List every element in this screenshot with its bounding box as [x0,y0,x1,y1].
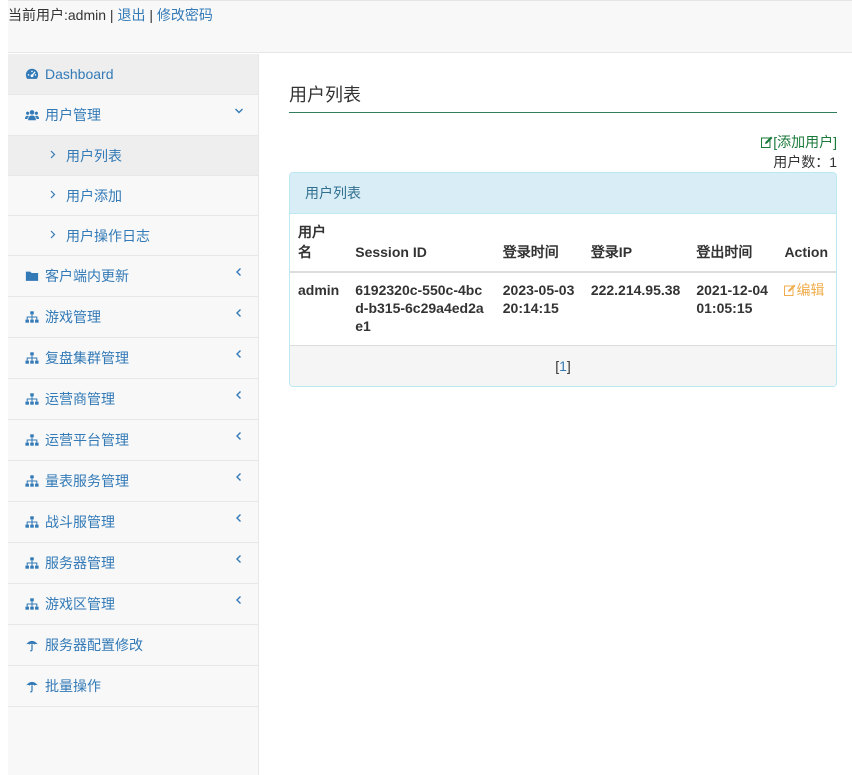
dashboard-icon [24,66,40,82]
sidebar-subitem-label: 用户列表 [66,147,122,164]
sidebar-item-label: 运营平台管理 [45,432,129,448]
sidebar-item-2[interactable]: 客户端内更新 [8,256,258,297]
sidebar-item-4[interactable]: 复盘集群管理 [8,338,258,379]
sidebar-item-8[interactable]: 战斗服管理 [8,502,258,543]
sitemap-icon [24,391,40,407]
logout-link[interactable]: 退出 [117,7,145,23]
user-info-line: 当前用户:admin | 退出 | 修改密码 [8,5,213,25]
column-header-logout-time: 登出时间 [688,214,777,273]
sidebar-item-5[interactable]: 运营商管理 [8,379,258,420]
top-bar: 当前用户:admin | 退出 | 修改密码 [8,1,852,53]
add-user-row: [添加用户] [289,134,837,150]
edit-label: 编辑 [796,282,825,298]
umbrella-icon [24,637,40,653]
separator: | [145,7,157,23]
current-user-label: 当前用户:admin [8,7,107,23]
sitemap-icon [24,309,40,325]
user-list-panel: 用户列表 用户名 Session ID 登录时间 登录IP 登出时间 Actio… [289,172,837,387]
column-header-action: Action [776,214,836,273]
sidebar-item-0[interactable]: Dashboard [8,54,258,95]
sitemap-icon [24,514,40,530]
users-icon [24,107,40,123]
pagination-close-bracket: ] [566,358,571,374]
sidebar-item-label: 量表服务管理 [45,473,129,489]
main-content: 用户列表 [添加用户] 用户数：1 用户列表 用户名 Session ID 登录… [289,54,837,387]
chevron-left-icon [234,594,244,608]
cell-session-id: 6192320c-550c-4bcd-b315-6c29a4ed2ae1 [355,282,484,334]
sitemap-icon [24,350,40,366]
sidebar-item-11[interactable]: 服务器配置修改 [8,625,258,666]
chevron-right-icon [50,230,56,242]
cell-action: 编辑 [776,272,836,345]
chevron-left-icon [234,266,244,280]
sidebar-item-label: 复盘集群管理 [45,350,129,366]
umbrella-icon [24,678,40,694]
chevron-left-icon [234,307,244,321]
change-password-link[interactable]: 修改密码 [157,7,213,23]
app-frame: 当前用户:admin | 退出 | 修改密码 Dashboard 用户管理 用户列表… [8,0,852,775]
sidebar-item-label: 客户端内更新 [45,268,129,284]
sidebar-item-label: 游戏区管理 [45,596,115,612]
sidebar-subitem-0[interactable]: 用户列表 [8,136,258,176]
chevron-down-icon [234,105,244,119]
chevron-right-icon [50,150,56,162]
sitemap-icon [24,432,40,448]
sidebar-item-12[interactable]: 批量操作 [8,666,258,707]
sidebar-subitem-2[interactable]: 用户操作日志 [8,216,258,256]
edit-icon [784,284,796,296]
user-table: 用户名 Session ID 登录时间 登录IP 登出时间 Action adm… [290,214,836,345]
column-header-login-ip: 登录IP [582,214,689,273]
sidebar: Dashboard 用户管理用户列表用户添加用户操作日志客户端内更新 游戏管理复盘集… [8,54,259,775]
sidebar-item-label: 服务器管理 [45,555,115,571]
cell-logout-time: 2021-12-04 01:05:15 [696,282,768,316]
edit-icon [761,136,773,148]
table-row: admin 6192320c-550c-4bcd-b315-6c29a4ed2a… [290,272,836,345]
sidebar-item-3[interactable]: 游戏管理 [8,297,258,338]
chevron-left-icon [234,512,244,526]
column-header-login-time: 登录时间 [494,214,583,273]
column-header-username: 用户名 [290,214,348,273]
sidebar-item-6[interactable]: 运营平台管理 [8,420,258,461]
sidebar-item-10[interactable]: 游戏区管理 [8,584,258,625]
sidebar-item-9[interactable]: 服务器管理 [8,543,258,584]
user-count: 用户数：1 [773,154,837,170]
sitemap-icon [24,555,40,571]
pagination: [1] [290,345,836,386]
edit-user-link[interactable]: 编辑 [784,282,824,298]
column-header-session-id: Session ID [347,214,495,273]
page-title: 用户列表 [289,84,837,113]
cell-login-time: 2023-05-03 20:14:15 [502,282,575,316]
sidebar-item-label: 服务器配置修改 [45,637,143,653]
chevron-left-icon [234,389,244,403]
folder-icon [24,268,40,284]
sidebar-item-label: 批量操作 [45,678,101,694]
chevron-left-icon [234,471,244,485]
add-user-link[interactable]: [添加用户] [761,134,837,150]
chevron-left-icon [234,430,244,444]
chevron-left-icon [234,348,244,362]
separator: | [106,7,118,23]
chevron-right-icon [50,190,56,202]
chevron-left-icon [234,553,244,567]
sitemap-icon [24,473,40,489]
sitemap-icon [24,596,40,612]
table-header-row: 用户名 Session ID 登录时间 登录IP 登出时间 Action [290,214,836,273]
sidebar-subitem-label: 用户操作日志 [66,227,150,244]
sidebar-item-7[interactable]: 量表服务管理 [8,461,258,502]
sidebar-subitem-label: 用户添加 [66,187,122,204]
sidebar-item-1[interactable]: 用户管理 [8,95,258,136]
cell-username: admin [298,282,340,298]
sidebar-subitem-1[interactable]: 用户添加 [8,176,258,216]
sidebar-item-label: Dashboard [45,66,114,82]
sidebar-item-label: 战斗服管理 [45,514,115,530]
sidebar-item-label: 游戏管理 [45,309,101,325]
cell-login-ip: 222.214.95.38 [590,282,681,298]
sidebar-item-label: 用户管理 [45,107,101,123]
sidebar-item-label: 运营商管理 [45,391,115,407]
add-user-label: [添加用户] [773,134,837,150]
page-link-1[interactable]: 1 [559,358,567,374]
panel-heading: 用户列表 [290,173,836,214]
